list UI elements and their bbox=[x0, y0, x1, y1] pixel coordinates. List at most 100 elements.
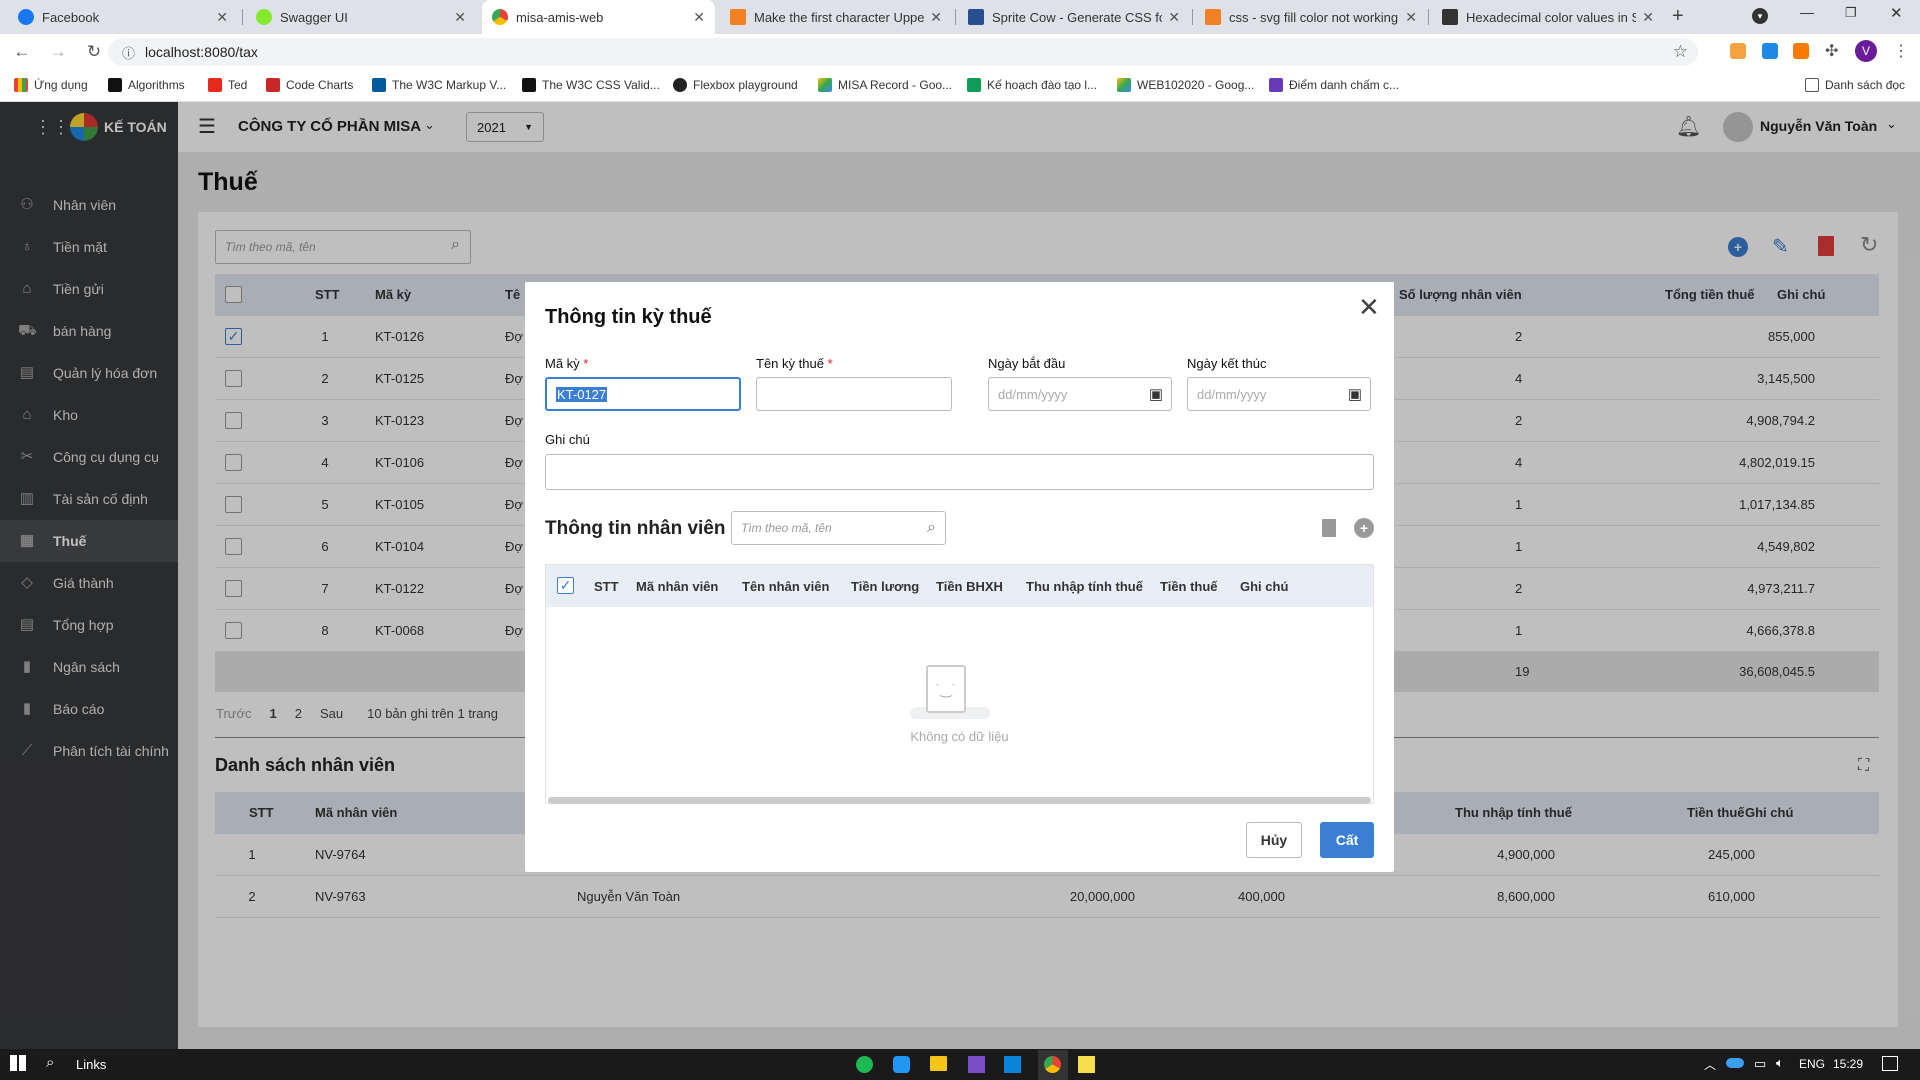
tab-facebook[interactable]: Facebook ✕ bbox=[8, 0, 238, 34]
close-icon[interactable]: ✕ bbox=[1168, 9, 1180, 26]
browser-tab-bar: Facebook ✕ Swagger UI ✕ misa-amis-web ✕ Mak… bbox=[0, 0, 1920, 34]
search-icon[interactable]: ⌕ bbox=[46, 1054, 54, 1071]
bookmark-algorithms[interactable]: Algorithms bbox=[108, 78, 185, 92]
close-icon[interactable]: ✕ bbox=[693, 9, 705, 26]
extension-icon[interactable] bbox=[1730, 43, 1746, 59]
close-icon[interactable]: ✕ bbox=[216, 9, 228, 26]
close-icon[interactable]: ✕ bbox=[1405, 9, 1417, 26]
new-tab-button[interactable]: + bbox=[1672, 5, 1684, 28]
start-date-input[interactable]: dd/mm/yyyy ▣ bbox=[988, 377, 1172, 411]
code-label: Mã kỳ * bbox=[545, 356, 589, 371]
file-explorer-icon[interactable] bbox=[930, 1056, 947, 1071]
tab-misa-amis-web[interactable]: misa-amis-web ✕ bbox=[482, 0, 715, 34]
reading-list[interactable]: Danh sách đọc bbox=[1805, 78, 1905, 92]
spotify-icon[interactable] bbox=[856, 1056, 873, 1073]
empty-text: Không có dữ liệu bbox=[910, 729, 1009, 744]
app-icon[interactable] bbox=[893, 1056, 910, 1073]
note-input[interactable] bbox=[545, 454, 1374, 490]
employee-section-title: Thông tin nhân viên bbox=[545, 518, 726, 539]
forms-icon bbox=[1269, 78, 1283, 92]
close-window-button[interactable]: ✕ bbox=[1890, 4, 1903, 22]
info-icon[interactable]: ⓘ bbox=[122, 43, 135, 62]
employee-grid-header: ✓ STT Mã nhân viên Tên nhân viên Tiền lư… bbox=[546, 565, 1373, 607]
w3c-icon bbox=[372, 78, 386, 92]
add-icon[interactable]: + bbox=[1354, 518, 1374, 538]
notifications-icon[interactable] bbox=[1882, 1056, 1898, 1071]
extension-icon[interactable] bbox=[1793, 43, 1809, 59]
reading-list-icon bbox=[1805, 78, 1819, 92]
bookmark-icon bbox=[108, 78, 122, 92]
onedrive-icon[interactable] bbox=[1726, 1058, 1744, 1068]
bookmark-w3c-markup[interactable]: The W3C Markup V... bbox=[372, 78, 506, 92]
bookmark-misa-record[interactable]: MISA Record - Goo... bbox=[818, 78, 952, 92]
volume-icon[interactable]: 🔈︎ bbox=[1776, 1055, 1784, 1071]
bookmark-web102020[interactable]: WEB102020 - Goog... bbox=[1117, 78, 1254, 92]
bookmark-apps[interactable]: Ứng dụng bbox=[14, 78, 88, 92]
visual-studio-icon[interactable] bbox=[968, 1056, 985, 1073]
bookmark-star-icon[interactable]: ☆ bbox=[1673, 42, 1688, 62]
profile-avatar[interactable]: V bbox=[1855, 40, 1877, 62]
maximize-button[interactable]: ❐ bbox=[1845, 5, 1857, 21]
url-field[interactable]: ⓘ localhost:8080/tax ☆ bbox=[108, 38, 1698, 66]
sheets-icon bbox=[967, 78, 981, 92]
tab-sprite-cow[interactable]: Sprite Cow - Generate CSS for sp✕ bbox=[958, 0, 1190, 34]
vscode-icon[interactable] bbox=[1004, 1056, 1021, 1073]
sticky-notes-icon[interactable] bbox=[1078, 1056, 1095, 1073]
chevron-up-icon[interactable]: ︿ bbox=[1704, 1056, 1716, 1073]
back-icon[interactable]: ← bbox=[4, 42, 40, 62]
menu-dots-icon[interactable]: ⋮ bbox=[1893, 41, 1909, 61]
bookmark-attendance[interactable]: Điểm danh chấm c... bbox=[1269, 78, 1399, 92]
taskbar-search[interactable]: Links bbox=[76, 1057, 106, 1072]
forward-icon[interactable]: → bbox=[40, 42, 76, 62]
stackoverflow-icon bbox=[1205, 9, 1221, 25]
bookmark-ted[interactable]: Ted bbox=[208, 78, 247, 92]
chrome-icon bbox=[492, 9, 508, 25]
select-all-checkbox[interactable]: ✓ bbox=[557, 577, 574, 594]
address-bar-row: ← → ↻ ⓘ localhost:8080/tax ☆ ✣ V ⋮ bbox=[0, 34, 1920, 70]
bookmark-w3c-css[interactable]: The W3C CSS Valid... bbox=[522, 78, 660, 92]
close-icon[interactable]: ✕ bbox=[1642, 9, 1654, 26]
code-input[interactable]: KT-0127 bbox=[545, 377, 741, 411]
tab-swagger[interactable]: Swagger UI ✕ bbox=[246, 0, 476, 34]
employee-grid: ✓ STT Mã nhân viên Tên nhân viên Tiền lư… bbox=[545, 564, 1374, 804]
calendar-icon[interactable]: ▣ bbox=[1348, 385, 1362, 403]
tab-hex-colors[interactable]: Hexadecimal color values in SVG✕ bbox=[1432, 0, 1664, 34]
tab-stackoverflow-2[interactable]: css - svg fill color not working w ✕ bbox=[1195, 0, 1427, 34]
bookmark-training-plan[interactable]: Kế hoạch đào tạo l... bbox=[967, 78, 1097, 92]
apps-grid-icon bbox=[14, 78, 28, 92]
language-indicator[interactable]: ENG bbox=[1799, 1057, 1825, 1071]
windows-start-icon[interactable] bbox=[10, 1055, 26, 1071]
dialog-title: Thông tin kỳ thuế bbox=[545, 306, 712, 328]
delete-icon[interactable] bbox=[1322, 519, 1336, 537]
reload-icon[interactable]: ↻ bbox=[76, 42, 112, 62]
tab-search-icon[interactable]: ▾ bbox=[1752, 8, 1768, 24]
horizontal-scrollbar[interactable] bbox=[548, 797, 1371, 804]
search-icon: ⌕ bbox=[927, 519, 936, 536]
tab-stackoverflow-1[interactable]: Make the first character Upperca ✕ bbox=[720, 0, 952, 34]
calendar-icon[interactable]: ▣ bbox=[1149, 385, 1163, 403]
end-date-label: Ngày kết thúc bbox=[1187, 356, 1267, 371]
save-button[interactable]: Cất bbox=[1320, 822, 1374, 858]
bookmark-flexbox[interactable]: Flexbox playground bbox=[673, 78, 798, 92]
extension-icon[interactable] bbox=[1762, 43, 1778, 59]
name-label: Tên kỳ thuế * bbox=[756, 356, 833, 371]
end-date-input[interactable]: dd/mm/yyyy ▣ bbox=[1187, 377, 1371, 411]
stackoverflow-icon bbox=[730, 9, 746, 25]
drive-icon bbox=[818, 78, 832, 92]
close-icon[interactable]: ✕ bbox=[930, 9, 942, 26]
cancel-button[interactable]: Hủy bbox=[1246, 822, 1302, 858]
network-icon[interactable]: ▭ bbox=[1754, 1056, 1766, 1072]
close-icon[interactable]: ✕ bbox=[454, 9, 466, 26]
bookmark-code-charts[interactable]: Code Charts bbox=[266, 78, 353, 92]
chrome-icon[interactable] bbox=[1044, 1056, 1061, 1073]
close-icon[interactable]: ✕ bbox=[1358, 292, 1380, 323]
taskbar: ⌕ Links ︿ ▭ 🔈︎ ENG 15:29 bbox=[0, 1049, 1920, 1080]
facebook-icon bbox=[18, 9, 34, 25]
employee-search-input[interactable]: Tìm theo mã, tên ⌕ bbox=[731, 511, 946, 545]
clock[interactable]: 15:29 bbox=[1833, 1057, 1863, 1071]
name-input[interactable] bbox=[756, 377, 952, 411]
tax-period-dialog: Thông tin kỳ thuế ✕ Mã kỳ * KT-0127 Tên … bbox=[525, 282, 1394, 872]
bookmark-icon bbox=[266, 78, 280, 92]
puzzle-icon[interactable]: ✣ bbox=[1825, 41, 1838, 61]
minimize-button[interactable]: — bbox=[1800, 4, 1814, 20]
